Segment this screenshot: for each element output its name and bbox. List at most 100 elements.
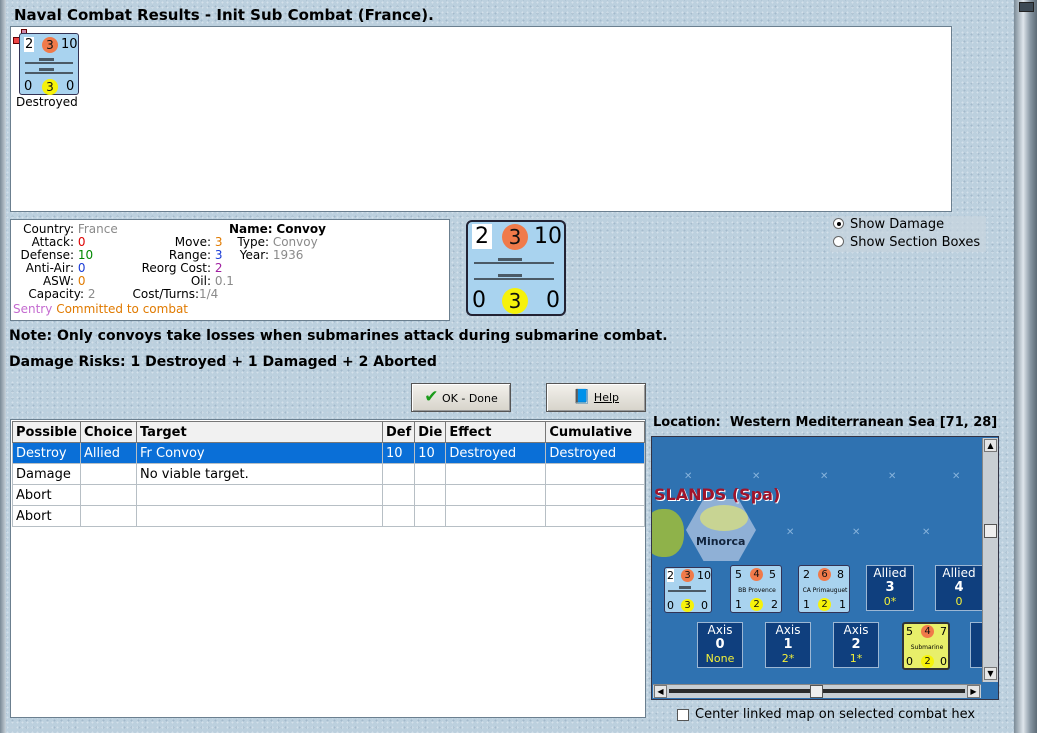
table-row[interactable]: Abort <box>12 505 645 527</box>
axis-box[interactable]: Axis 1 2* <box>765 622 811 668</box>
counter-top-left: 5 <box>735 568 742 581</box>
attack-label: Attack: <box>31 235 74 249</box>
unit-info-panel: Country: France Attack: 0 Defense: 10 An… <box>10 219 450 321</box>
counter-bottom-right: 2 <box>771 598 778 611</box>
help-button[interactable]: 📘 Help <box>546 383 646 412</box>
map-grid-mark: ✕ <box>952 471 961 482</box>
axis-box[interactable]: Axis 0 None <box>697 622 743 668</box>
ok-done-button[interactable]: ✔ OK - Done <box>411 383 511 412</box>
table-cell: 10 <box>381 442 416 464</box>
island-label: Minorca <box>696 535 746 548</box>
table-cell <box>135 484 383 506</box>
table-cell <box>445 463 547 485</box>
type-label: Type: <box>237 235 269 249</box>
counter-bottom-circle: 3 <box>42 79 58 95</box>
counter-bottom-left: 0 <box>472 288 486 313</box>
table-cell <box>414 463 447 485</box>
counter-top-right: 10 <box>61 37 78 52</box>
location-label: Location: <box>653 415 721 430</box>
center-map-label[interactable]: Center linked map on selected combat hex <box>695 707 975 722</box>
map-unit-counter[interactable]: 5 4 5 BB Provence 1 2 2 <box>730 565 782 613</box>
show-damage-label[interactable]: Show Damage <box>850 217 944 232</box>
counter-bottom-right: 0 <box>701 599 708 612</box>
ok-done-label: OK - Done <box>441 392 498 405</box>
submarine-unit-counter[interactable]: 5 4 7 Submarine 0 2 0 <box>902 622 950 670</box>
counter-top-right: 7 <box>940 625 947 638</box>
counter-top-left: 5 <box>906 625 913 638</box>
show-sections-radio[interactable] <box>833 236 844 247</box>
column-header[interactable]: Possible <box>12 421 81 443</box>
table-cell <box>135 505 383 527</box>
counter-top-left: 2 <box>472 224 492 249</box>
table-cell <box>414 505 447 527</box>
counter-circle: 4 <box>750 568 763 581</box>
type-value: Convoy <box>272 235 318 249</box>
scroll-down-arrow-icon[interactable]: ▼ <box>984 667 997 680</box>
map-grid-mark: ✕ <box>684 471 693 482</box>
map-horizontal-scrollbar[interactable]: ◀ ▶ <box>653 684 981 698</box>
ship-silhouette-icon <box>474 258 554 264</box>
name-value: Convoy <box>276 222 326 236</box>
allied-box[interactable]: Allied 3 0* <box>866 565 914 611</box>
ship-silhouette-icon <box>25 58 73 64</box>
move-value: 3 <box>214 235 223 249</box>
table-cell <box>545 463 645 485</box>
counter-top-left: 2 <box>24 37 35 52</box>
map-grid-mark: ✕ <box>752 471 761 482</box>
combat-hex-map[interactable]: ✕ ✕ ✕ ✕ ✕ ✕ ✕ ✕ SLANDS (Spa) Minorca 2 3… <box>651 436 999 700</box>
scroll-thumb[interactable] <box>984 524 997 538</box>
unit-status-label: Destroyed <box>16 95 78 109</box>
help-book-icon: 📘 <box>572 389 591 405</box>
table-cell <box>79 505 137 527</box>
table-row[interactable]: Abort <box>12 484 645 506</box>
unit-name: CA Primauguet <box>802 587 848 594</box>
map-grid-mark: ✕ <box>922 527 931 538</box>
counter-bottom-left: 1 <box>803 598 810 611</box>
capacity-label: Capacity: <box>28 287 84 301</box>
destroyed-unit-counter[interactable]: 2 3 10 0 3 0 <box>19 33 79 95</box>
defense-label: Defense: <box>20 248 74 262</box>
table-cell: Abort <box>12 505 81 527</box>
scroll-left-arrow-icon[interactable]: ◀ <box>654 685 667 698</box>
asw-value: 0 <box>77 274 86 288</box>
scroll-thumb[interactable] <box>810 685 823 698</box>
map-unit-counter[interactable]: 2 6 8 CA Primauguet 1 2 1 <box>798 565 850 613</box>
map-unit-counter[interactable]: 2 3 10 0 3 0 <box>664 567 712 613</box>
axis-box[interactable]: Axis 2 1* <box>833 622 879 668</box>
counter-bottom-circle: 2 <box>818 598 831 611</box>
reorg-value: 2 <box>214 261 223 275</box>
checkmark-icon: ✔ <box>424 387 439 407</box>
column-header[interactable]: Target <box>135 421 383 443</box>
counter-bottom-circle: 3 <box>681 599 694 612</box>
table-cell: Abort <box>12 484 81 506</box>
map-vertical-scrollbar[interactable]: ▲ ▼ <box>982 438 998 682</box>
scroll-right-arrow-icon[interactable]: ▶ <box>967 685 980 698</box>
move-label: Move: <box>174 235 211 249</box>
scroll-up-arrow-icon[interactable]: ▲ <box>984 439 997 452</box>
box-side: Allied <box>942 566 976 580</box>
box-count: 1 <box>783 637 793 652</box>
center-map-checkbox[interactable] <box>677 709 689 721</box>
show-damage-radio[interactable] <box>833 218 844 229</box>
column-header[interactable]: Effect <box>445 421 547 443</box>
column-header[interactable]: Die <box>414 421 447 443</box>
table-cell: Fr Convoy <box>135 442 383 464</box>
allied-box[interactable]: Allied 4 0 <box>935 565 983 611</box>
column-header[interactable]: Choice <box>79 421 137 443</box>
country-label: Country: <box>23 222 74 236</box>
counter-bottom-circle: 2 <box>921 655 934 668</box>
box-sub: None <box>705 652 735 665</box>
table-cell <box>414 484 447 506</box>
table-cell <box>381 463 416 485</box>
table-row[interactable]: Damage No viable target. <box>12 463 645 485</box>
attack-value: 0 <box>77 235 86 249</box>
column-header[interactable]: Def <box>381 421 416 443</box>
selected-unit-counter: 2 3 10 0 3 0 <box>466 220 566 316</box>
table-row[interactable]: Destroy Allied Fr Convoy 10 10 Destroyed… <box>12 442 645 464</box>
column-header[interactable]: Cumulative <box>545 421 645 443</box>
counter-bottom-left: 0 <box>24 79 33 94</box>
window-corner-button[interactable] <box>1019 2 1034 12</box>
status-prefix: Sentry <box>13 302 53 316</box>
antiair-label: Anti-Air: <box>25 261 74 275</box>
show-sections-label[interactable]: Show Section Boxes <box>850 235 980 250</box>
